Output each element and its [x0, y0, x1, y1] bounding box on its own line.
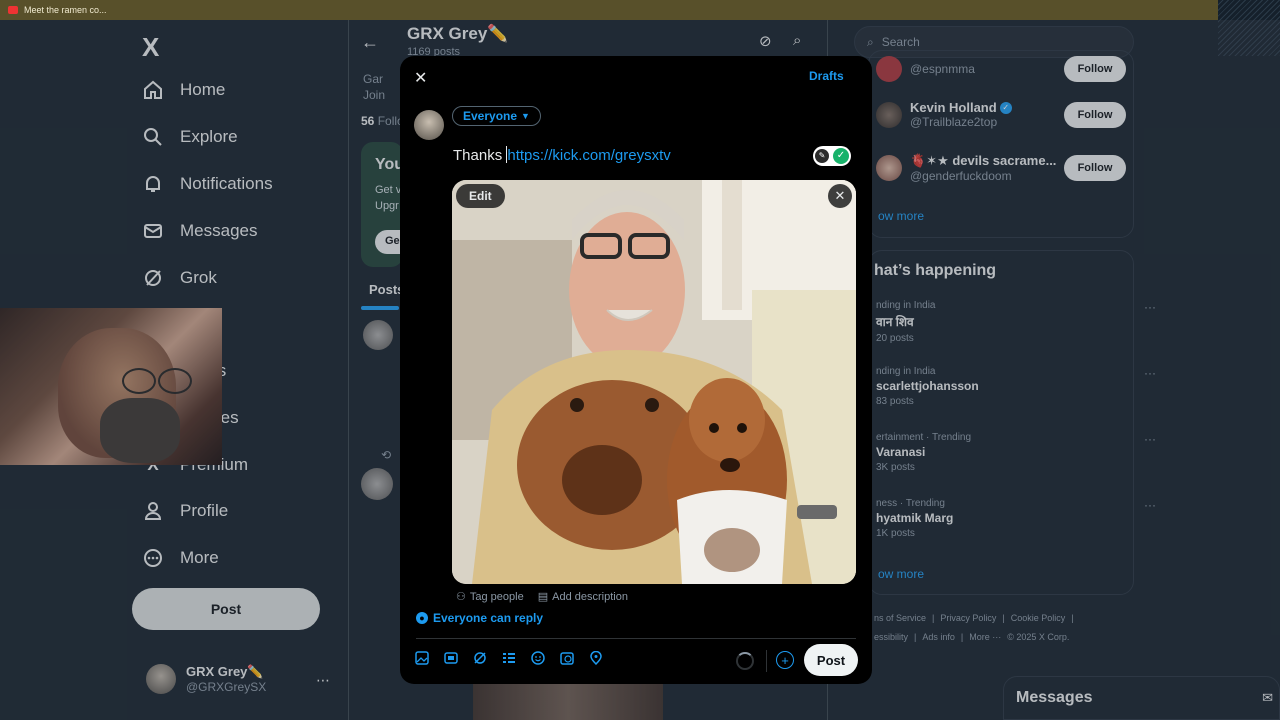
divider [416, 638, 856, 639]
compose-toolbar [414, 650, 604, 666]
browser-tab[interactable]: Meet the ramen co... [0, 5, 107, 15]
reply-settings-label: Everyone can reply [433, 611, 544, 625]
browser-tab-strip: Meet the ramen co... ⋮ [0, 0, 1280, 20]
add-thread-icon[interactable]: + [776, 651, 794, 669]
tag-people-label: Tag people [469, 590, 524, 603]
media-actions: ⚇ Tag people ▤ Add description [456, 590, 628, 604]
schedule-icon[interactable] [559, 650, 575, 666]
location-icon[interactable] [588, 650, 604, 666]
pen-icon: ✎ [815, 149, 829, 163]
remove-media-icon[interactable]: ✕ [828, 184, 852, 208]
gif-icon[interactable] [443, 650, 459, 666]
grok-icon[interactable] [472, 650, 488, 666]
emoji-icon[interactable] [530, 650, 546, 666]
person-icon: ⚇ [456, 591, 466, 603]
grammar-extension-widget[interactable]: ✎ ✓ [813, 146, 851, 166]
audience-label: Everyone [463, 109, 518, 123]
drafts-button[interactable]: Drafts [809, 69, 844, 83]
edit-media-button[interactable]: Edit [456, 184, 505, 208]
add-description-button[interactable]: ▤ Add description [537, 590, 628, 604]
attached-photo [452, 180, 856, 584]
character-count-ring [736, 652, 754, 670]
youtube-icon [8, 6, 18, 14]
add-description-label: Add description [552, 590, 628, 603]
description-icon: ▤ [537, 591, 549, 603]
compose-link: https://kick.com/greysxtv [507, 147, 671, 164]
compose-textarea[interactable]: Thanks https://kick.com/greysxtv [453, 146, 671, 164]
image-icon[interactable] [414, 650, 430, 666]
tag-people-button[interactable]: ⚇ Tag people [456, 590, 524, 604]
reply-settings-button[interactable]: ● Everyone can reply [416, 611, 543, 625]
compose-text: Thanks [453, 147, 507, 164]
poll-icon[interactable] [501, 650, 517, 666]
check-icon: ✓ [833, 148, 849, 164]
browser-tab-title: Meet the ramen co... [24, 5, 107, 15]
chevron-down-icon: ▼ [521, 111, 530, 121]
post-submit-button[interactable]: Post [804, 644, 858, 676]
globe-icon: ● [416, 612, 428, 624]
avatar [414, 110, 444, 140]
media-attachment [452, 180, 856, 584]
close-icon[interactable]: ✕ [414, 68, 427, 88]
divider [766, 650, 767, 672]
audience-selector[interactable]: Everyone ▼ [452, 106, 541, 126]
compose-modal: ✕ Drafts Everyone ▼ Thanks https://kick.… [400, 56, 872, 684]
